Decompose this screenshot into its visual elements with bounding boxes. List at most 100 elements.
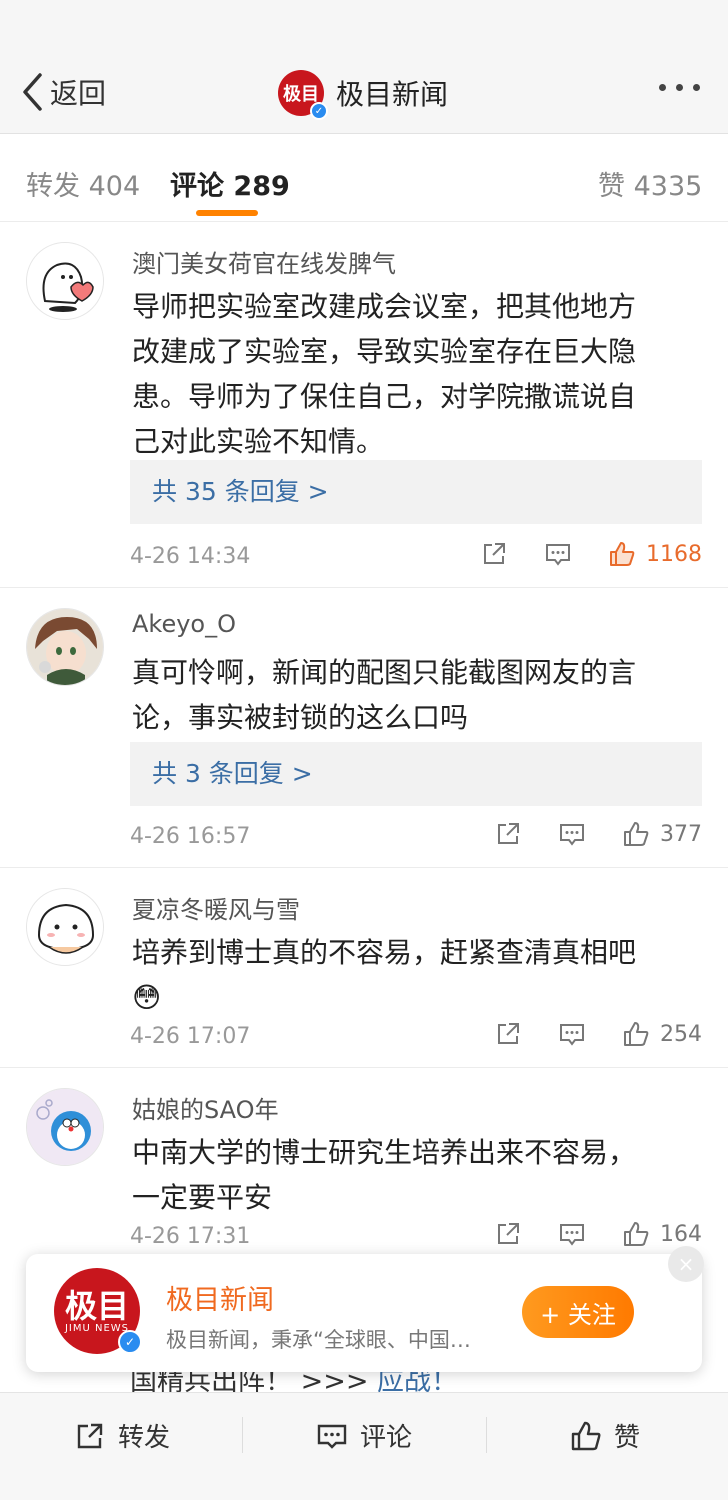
page-title: 极目新闻 [336,78,449,111]
comment-item: 澳门美女荷官在线发脾气 导师把实验室改建成会议室，把其他地方 改建成了实验室，导… [0,222,728,588]
logo-subtext: JIMU NEWS [64,1322,130,1334]
like-label: 赞 [614,1423,641,1453]
avatar[interactable] [26,888,104,966]
forward-label: 转发 [118,1423,171,1453]
thumbs-up-icon[interactable] [608,540,636,568]
like-count: 254 [660,1021,702,1047]
bottom-action-bar: 转发 评论 赞 [0,1392,728,1500]
comment-line: 己对此实验不知情。 [132,425,385,458]
comment-line: 培养到博士真的不容易，赶紧查清真相吧 [132,936,637,969]
account-description: 极目新闻，秉承“全球眼、中国… [166,1328,471,1352]
divider [486,1417,487,1453]
account-name[interactable]: 极目新闻 [166,1278,274,1317]
comment-line: 患。导师为了保住自己，对学院撒谎说自 [132,380,637,413]
comment-icon[interactable] [558,1220,586,1248]
doraemon-avatar-icon [27,1089,103,1165]
verified-icon: ✓ [118,1330,142,1354]
comment-actions: 1168 [444,540,702,568]
comment-line: 导师把实验室改建成会议室，把其他地方 [132,290,637,323]
comment-icon[interactable] [544,540,572,568]
bun-character-avatar-icon [27,889,103,965]
view-replies-link[interactable]: 共 35 条回复 > [130,460,702,524]
account-title[interactable]: 极目 ✓ 极目新闻 [278,70,449,120]
comment-time: 4-26 14:34 [130,544,251,569]
top-nav-bar: 返回 极目 ✓ 极目新闻 [0,0,728,134]
peek-link[interactable]: 应战！ [377,1372,458,1392]
share-icon[interactable] [480,540,508,568]
active-tab-indicator [196,210,258,216]
comment-text: 导师把实验室改建成会议室，把其他地方 改建成了实验室，导致实验室存在巨大隐 患。… [132,284,692,464]
more-options-icon[interactable] [659,84,700,91]
share-icon[interactable] [494,1020,522,1048]
comment-author[interactable]: Akeyo_O [132,610,236,638]
verified-icon: ✓ [310,102,328,120]
comment-time: 4-26 16:57 [130,824,251,849]
comment-line: 改建成了实验室，导致实验室存在巨大隐 [132,335,637,368]
tab-count: 4335 [633,171,703,202]
comment-icon[interactable] [558,820,586,848]
thumbs-up-icon[interactable] [622,820,650,848]
comment-author[interactable]: 姑娘的SAO年 [132,1090,279,1125]
comment-icon[interactable] [558,1020,586,1048]
comment-item: 夏凉冬暖风与雪 培养到博士真的不容易，赶紧查清真相吧 😳 4-26 17:07 … [0,868,728,1068]
share-icon[interactable] [494,820,522,848]
logo-text: 极目 [64,1286,129,1325]
comment-actions: 164 [458,1220,702,1248]
ghost-heart-avatar-icon [27,243,103,319]
comment-item: Akeyo_O 真可怜啊，新闻的配图只能截图网友的言 论，事实被封锁的这么口吗 … [0,588,728,868]
tab-label: 转发 [26,171,80,202]
account-logo[interactable]: 极目 JIMU NEWS ✓ [54,1268,142,1354]
comment-line: 真可怜啊，新闻的配图只能截图网友的言 [132,656,637,689]
comment-time: 4-26 17:07 [130,1024,251,1049]
avatar[interactable] [26,1088,104,1166]
share-icon [77,1423,103,1448]
comment-label: 评论 [360,1423,413,1453]
comment-author[interactable]: 夏凉冬暖风与雪 [132,890,300,925]
logo-text: 极目 [283,84,319,105]
comment-line: 论，事实被封锁的这么口吗 [132,701,469,734]
follow-button[interactable]: + 关注 [522,1286,634,1338]
like-count: 1168 [646,541,702,567]
peek-text: 国精兵出阵！ >>> [130,1372,378,1392]
chevron-left-icon [23,73,42,111]
comment-actions: 377 [458,820,702,848]
divider [242,1417,243,1453]
comment-author[interactable]: 澳门美女荷官在线发脾气 [132,244,396,279]
tab-label: 赞 [598,171,625,202]
thumbs-up-icon[interactable] [622,1020,650,1048]
anime-character-avatar-icon [27,609,103,685]
comment-text: 中南大学的博士研究生培养出来不容易， 一定要平安 [132,1130,692,1220]
comment-button[interactable]: 评论 [316,1417,412,1454]
avatar[interactable] [26,608,104,686]
comment-time: 4-26 17:31 [130,1224,251,1249]
comment-line: 中南大学的博士研究生培养出来不容易， [132,1136,637,1169]
back-label: 返回 [50,77,107,110]
tab-label: 评论 [170,171,224,202]
comment-actions: 254 [458,1020,702,1048]
forward-button[interactable]: 转发 [74,1417,170,1454]
avatar[interactable] [26,242,104,320]
tab-count: 404 [88,171,141,202]
comment-item: 姑娘的SAO年 中南大学的博士研究生培养出来不容易， 一定要平安 4-26 17… [0,1068,728,1268]
comment-text: 真可怜啊，新闻的配图只能截图网友的言 论，事实被封锁的这么口吗 [132,650,692,740]
comment-icon [317,1424,347,1449]
thumbs-up-icon[interactable] [622,1220,650,1248]
back-button[interactable]: 返回 [20,72,106,112]
like-button[interactable]: 赞 [570,1417,640,1454]
tab-count: 289 [233,171,290,202]
partially-hidden-text: 国精兵出阵！ >>> 应战！ [130,1372,458,1392]
like-count: 377 [660,821,702,847]
account-logo: 极目 ✓ [278,70,328,120]
close-icon[interactable]: × [668,1246,704,1282]
comment-line: 一定要平安 [132,1181,273,1214]
follow-account-popup[interactable]: 极目 JIMU NEWS ✓ 极目新闻 极目新闻，秉承“全球眼、中国… + 关注… [26,1246,704,1372]
tab-likes[interactable]: 赞 4335 [598,164,702,203]
tab-comments[interactable]: 评论 289 [170,164,290,203]
share-icon[interactable] [494,1220,522,1248]
tab-bar: 转发 404 评论 289 赞 4335 [0,140,728,222]
thumbs-up-icon [571,1421,601,1450]
like-count: 164 [660,1221,702,1247]
comment-text: 培养到博士真的不容易，赶紧查清真相吧 😳 [132,930,692,1020]
view-replies-link[interactable]: 共 3 条回复 > [130,742,702,806]
tab-forwards[interactable]: 转发 404 [26,164,140,203]
